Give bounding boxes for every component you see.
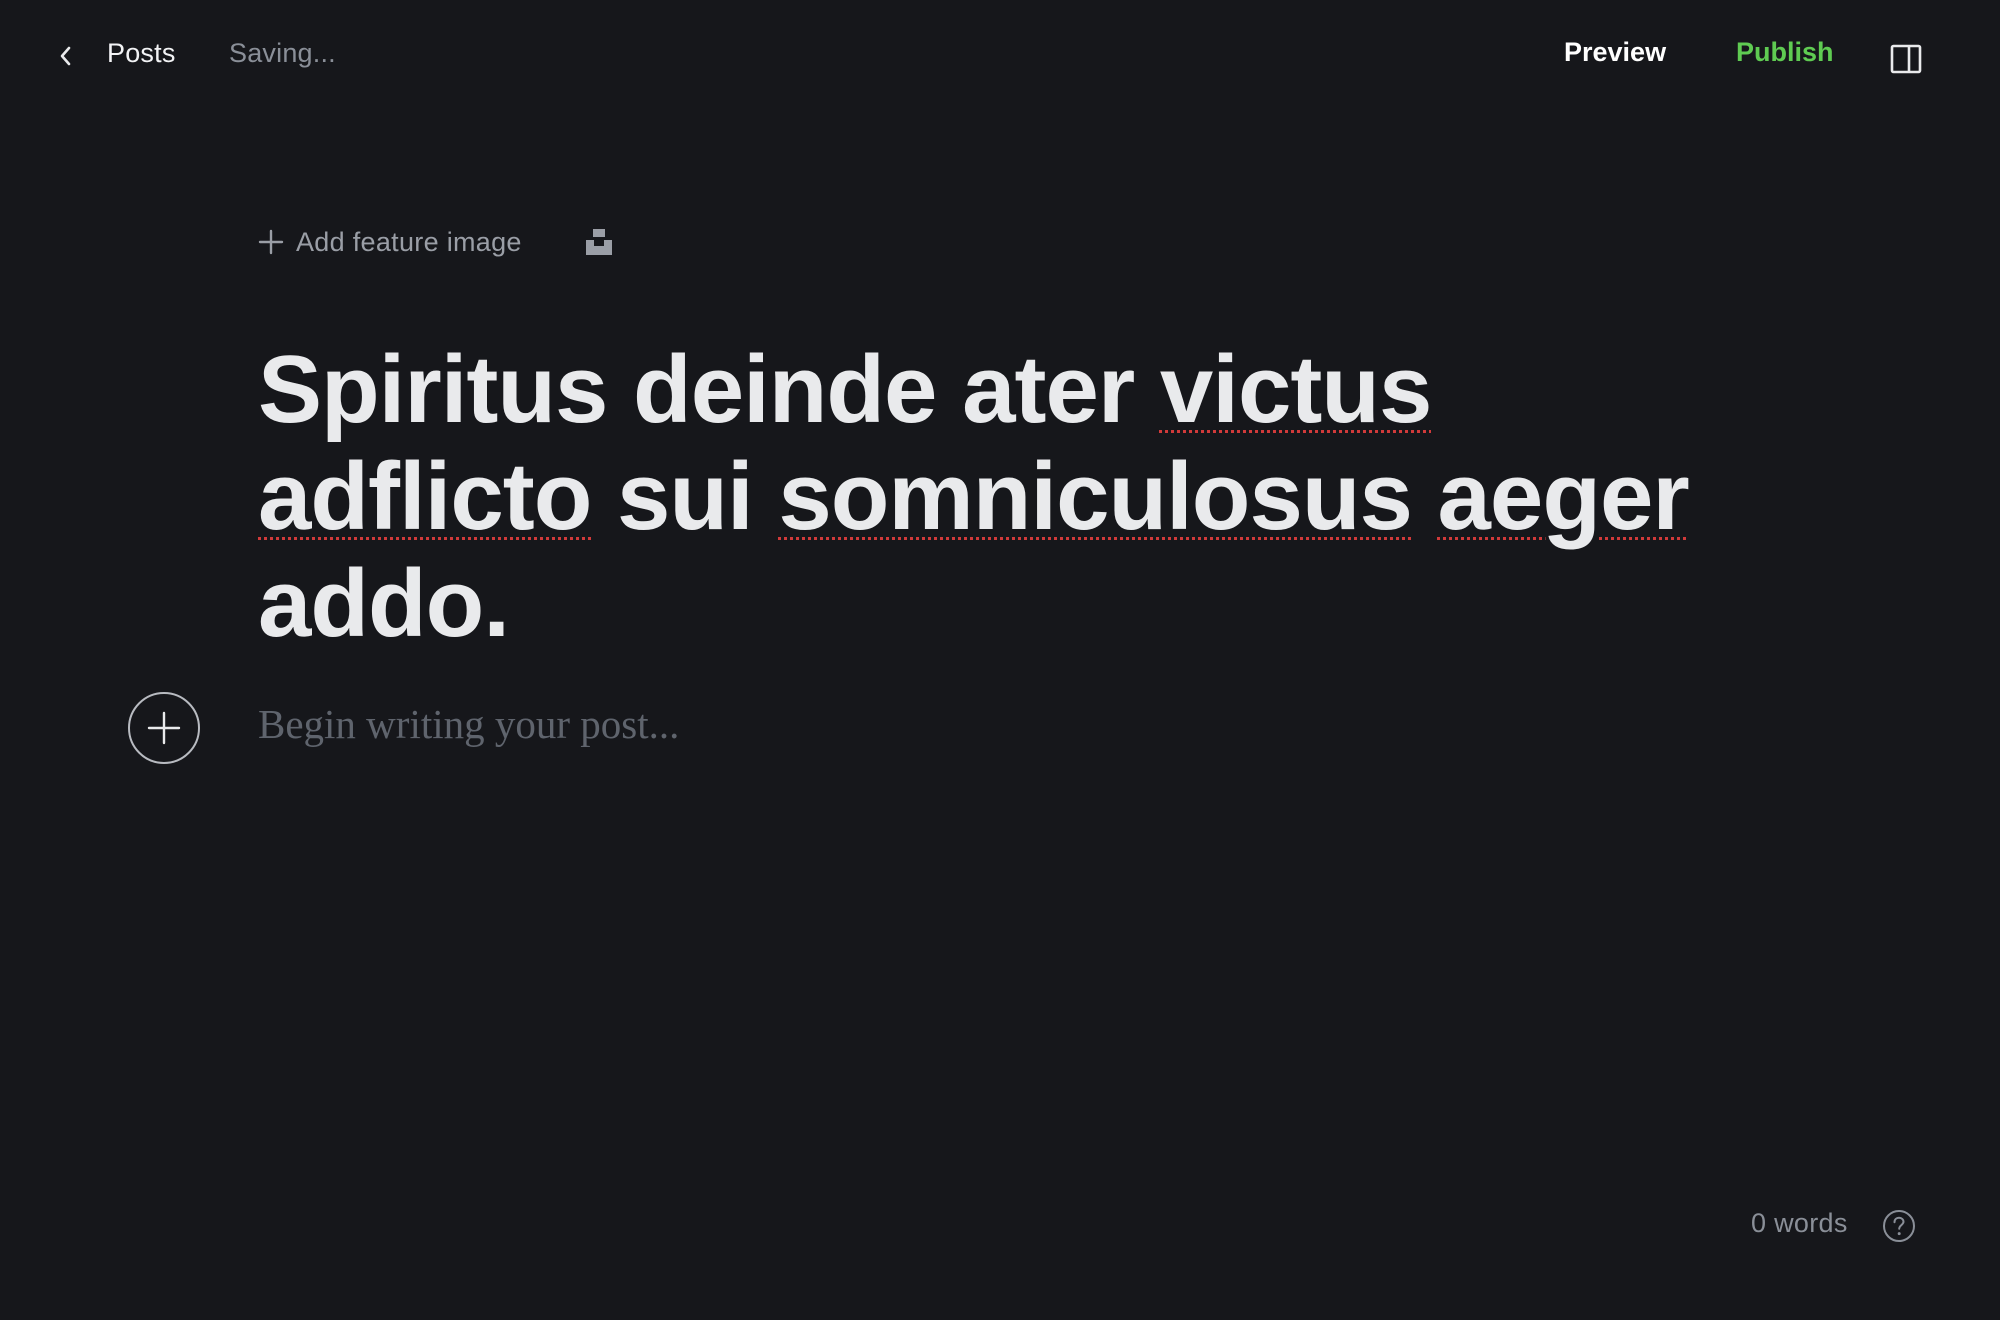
posts-link[interactable]: Posts xyxy=(107,38,176,69)
help-button[interactable] xyxy=(1882,1209,1916,1243)
title-word: addo. xyxy=(258,550,510,657)
word-count: 0 words xyxy=(1751,1208,1848,1238)
post-title[interactable]: Spiritus deinde ater victus adflicto sui … xyxy=(258,336,1758,657)
chevron-left-icon xyxy=(60,46,71,66)
save-status: Saving... xyxy=(229,38,336,68)
title-word: Spiritus xyxy=(258,336,608,443)
unsplash-button[interactable] xyxy=(584,227,614,257)
title-word-misspelled: aeger xyxy=(1437,443,1690,550)
settings-sidebar-toggle[interactable] xyxy=(1890,44,1922,74)
add-card-button[interactable] xyxy=(128,692,200,764)
title-word-misspelled: somniculosus xyxy=(778,443,1412,550)
title-word: sui xyxy=(617,443,754,550)
title-word: ater xyxy=(962,336,1135,443)
preview-button[interactable]: Preview xyxy=(1564,37,1666,68)
question-circle-icon xyxy=(1883,1210,1915,1242)
add-feature-image-label: Add feature image xyxy=(296,226,522,257)
editor-header: Posts Saving... Preview Publish xyxy=(0,0,2000,112)
unsplash-icon xyxy=(586,229,612,255)
add-feature-image-button[interactable]: Add feature image xyxy=(258,227,522,258)
sidebar-panel-icon xyxy=(1890,44,1922,74)
title-word: deinde xyxy=(633,336,937,443)
feature-image-row: Add feature image xyxy=(258,222,522,262)
publish-button[interactable]: Publish xyxy=(1736,37,1834,68)
title-word-misspelled: adflicto xyxy=(258,443,592,550)
title-word-misspelled: victus xyxy=(1159,336,1432,443)
plus-circle-icon xyxy=(147,711,181,745)
post-body-editor[interactable]: Begin writing your post... xyxy=(258,700,679,748)
back-button[interactable] xyxy=(50,36,82,76)
plus-icon xyxy=(258,229,284,255)
